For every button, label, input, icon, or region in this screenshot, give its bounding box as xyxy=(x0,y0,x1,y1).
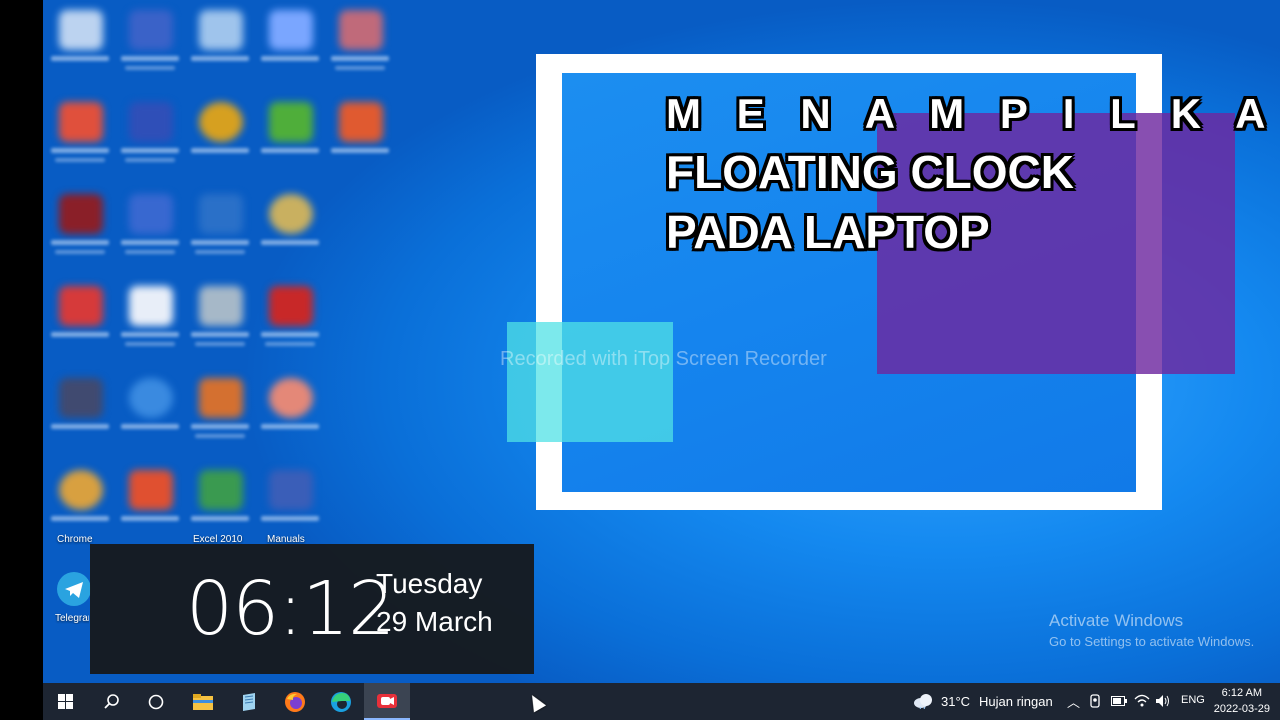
notepad-icon xyxy=(243,692,255,711)
desktop-icon[interactable] xyxy=(253,4,327,88)
desktop-icon[interactable] xyxy=(43,280,117,364)
edge-icon xyxy=(331,691,351,712)
desktop-icon[interactable] xyxy=(113,96,187,180)
activate-windows-subtitle: Go to Settings to activate Windows. xyxy=(1049,634,1255,649)
file-explorer-icon xyxy=(193,693,213,710)
desktop-icon[interactable] xyxy=(183,280,257,364)
search-button[interactable] xyxy=(89,683,135,720)
taskbar: 31°C Hujan ringan ︿ ENG 6:12 AM 2022-03-… xyxy=(43,683,1280,720)
start-button[interactable] xyxy=(43,683,89,720)
desktop-icon[interactable] xyxy=(253,96,327,180)
floating-clock-widget[interactable]: 06:12 Tuesday 29 March xyxy=(90,544,534,674)
desktop-icon[interactable] xyxy=(183,96,257,180)
screen-recorder-button[interactable] xyxy=(364,683,410,720)
floating-clock-day: Tuesday xyxy=(376,568,483,599)
weather-temperature[interactable]: 31°C xyxy=(941,694,970,709)
desktop-icon[interactable] xyxy=(253,280,327,364)
desktop-icon[interactable] xyxy=(43,4,117,88)
desktop-icon[interactable] xyxy=(183,4,257,88)
weather-description[interactable]: Hujan ringan xyxy=(979,694,1053,709)
edge-button[interactable] xyxy=(318,683,364,720)
desktop-icon[interactable] xyxy=(253,188,327,272)
start-icon xyxy=(58,693,73,709)
desktop-icon[interactable] xyxy=(323,4,397,88)
desktop-icon[interactable] xyxy=(113,4,187,88)
desktop-icon-label: Telegram xyxy=(55,613,89,624)
headline-line-3: PADA LAPTOP xyxy=(666,206,990,258)
desktop-icon[interactable] xyxy=(183,372,257,456)
desktop-icon[interactable] xyxy=(43,188,117,272)
headline-line-2: FLOATING CLOCK xyxy=(666,146,1074,198)
weather-cloud-icon xyxy=(914,694,932,709)
letterbox-left xyxy=(0,0,43,720)
wifi-icon[interactable] xyxy=(1134,694,1150,708)
desktop-icon[interactable] xyxy=(253,372,327,456)
desktop-icon[interactable] xyxy=(323,96,397,180)
notepad-button[interactable] xyxy=(226,683,272,720)
firefox-button[interactable] xyxy=(272,683,318,720)
chevron-up-icon[interactable]: ︿ xyxy=(1067,692,1080,711)
desktop-icon[interactable] xyxy=(113,280,187,364)
desktop-icon[interactable] xyxy=(113,372,187,456)
screen: Chrome Excel 2010 Manuals Telegram Activ… xyxy=(0,0,1280,720)
desktop-icon[interactable] xyxy=(113,464,187,548)
headline-line-1: M E N A M P I L K A N xyxy=(666,90,1280,137)
recorder-watermark: Recorded with iTop Screen Recorder xyxy=(500,348,827,370)
desktop-icon[interactable] xyxy=(43,96,117,180)
floating-clock-date: 29 March xyxy=(376,606,493,637)
taskbar-date: 2022-03-29 xyxy=(1213,703,1270,715)
taskbar-time: 6:12 AM xyxy=(1221,687,1263,699)
floating-clock-time: 06:12 xyxy=(186,566,395,652)
desktop-icon[interactable] xyxy=(43,372,117,456)
screen-recorder-icon xyxy=(377,693,397,708)
taskbar-clock[interactable]: 6:12 AM 2022-03-29 xyxy=(1214,685,1270,717)
activate-windows-title: Activate Windows xyxy=(1049,611,1184,630)
meet-now-icon[interactable] xyxy=(1089,694,1103,708)
volume-icon[interactable] xyxy=(1155,694,1171,708)
language-indicator[interactable]: ENG xyxy=(1181,694,1205,706)
desktop-icon-label: Chrome xyxy=(57,534,93,545)
search-icon xyxy=(104,693,119,709)
telegram-icon[interactable] xyxy=(57,572,91,606)
firefox-icon xyxy=(285,691,305,712)
task-view-button[interactable] xyxy=(133,683,179,720)
task-view-icon xyxy=(148,694,164,709)
desktop-icon[interactable] xyxy=(113,188,187,272)
desktop-icon[interactable] xyxy=(183,188,257,272)
battery-icon[interactable] xyxy=(1111,696,1127,706)
file-explorer-button[interactable] xyxy=(180,683,226,720)
cyan-accent-box xyxy=(507,322,673,442)
